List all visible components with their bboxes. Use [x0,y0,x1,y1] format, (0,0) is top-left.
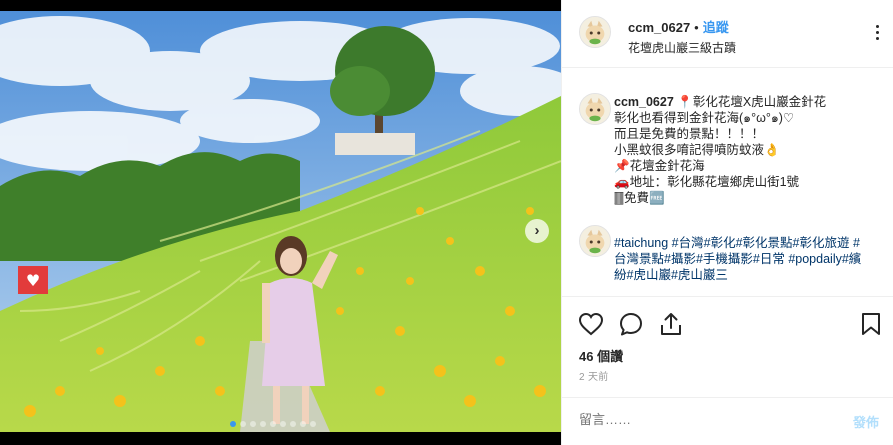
post-author-username[interactable]: ccm_0627 [628,20,690,35]
separator-dot: • [694,20,699,35]
carousel-dot [310,421,316,427]
bookmark-icon [862,313,880,335]
comment-input[interactable] [579,412,819,427]
avatar[interactable] [579,16,611,48]
avatar[interactable] [579,225,611,257]
post-photo[interactable]: ♥ › [0,11,561,432]
avatar[interactable] [579,93,611,125]
caption-text: 📍彰化花壇X虎山巖金針花 彰化也看得到金針花海(๑°ω°๑)♡ 而且是免費的景點… [614,95,827,205]
caption-username[interactable]: ccm_0627 [614,95,674,109]
photo-illustration: ♥ [0,11,561,432]
carousel-dots [230,421,316,427]
post-side-panel: ccm_0627 • 追蹤 花壇虎山巖三級古蹟 ccm_0627 📍彰化花壇X虎山巖… [561,0,893,445]
cat-avatar-icon [580,226,610,256]
post-location[interactable]: 花壇虎山巖三級古蹟 [628,39,736,56]
share-button[interactable] [658,311,684,337]
share-icon [661,313,681,335]
carousel-dot [280,421,286,427]
carousel-dot [260,421,266,427]
carousel-dot [240,421,246,427]
heart-icon [578,312,604,336]
likes-count[interactable]: 46 個讚 [579,346,623,365]
comments-area: ccm_0627 📍彰化花壇X虎山巖金針花 彰化也看得到金針花海(๑°ω°๑)♡… [562,69,893,295]
svg-text:♥: ♥ [26,271,40,290]
carousel-next-button[interactable]: › [525,219,549,243]
carousel-dot [300,421,306,427]
save-button[interactable] [858,311,884,337]
chevron-right-icon: › [534,222,540,239]
cat-avatar-icon [580,17,610,47]
comment-bubble-icon [620,313,642,336]
comment-button[interactable] [618,311,644,337]
carousel-dot [290,421,296,427]
post-comment-button[interactable]: 發佈 [853,412,879,431]
cat-avatar-icon [580,94,610,124]
post-timestamp[interactable]: 2 天前 [579,368,609,383]
carousel-dot [250,421,256,427]
action-bar [562,296,893,340]
post-caption: ccm_0627 📍彰化花壇X虎山巖金針花 彰化也看得到金針花海(๑°ω°๑)♡… [614,94,869,206]
follow-button[interactable]: 追蹤 [703,20,729,35]
hashtag-comment[interactable]: #taichung #台灣#彰化#彰化景點#彰化旅遊 #台灣景點#攝影#手機攝影… [614,235,869,283]
more-options-icon[interactable] [876,25,879,40]
post-header: ccm_0627 • 追蹤 花壇虎山巖三級古蹟 [562,0,893,68]
like-button[interactable] [578,311,604,337]
carousel-dot [270,421,276,427]
comment-form: 發佈 [562,397,893,445]
carousel-dot [230,421,236,427]
